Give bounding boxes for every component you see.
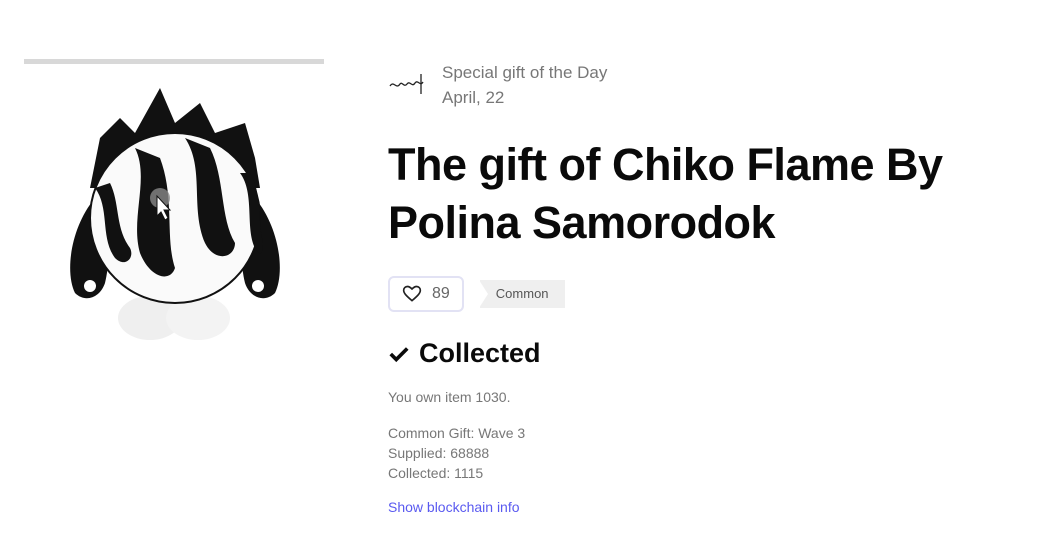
- gift-actions-row: 89 Common: [388, 276, 1028, 312]
- gift-3d-figure[interactable]: [40, 78, 310, 358]
- gift-wave: Common Gift: Wave 3: [388, 425, 526, 441]
- artist-signature-icon: [388, 64, 428, 104]
- rarity-badge: Common: [478, 280, 565, 308]
- gift-label: Special gift of the Day: [442, 63, 608, 82]
- collected-status-label: Collected: [419, 338, 541, 368]
- gift-title: The gift of Chiko Flame By Polina Samoro…: [388, 139, 943, 248]
- show-blockchain-info-link[interactable]: Show blockchain info: [388, 499, 520, 515]
- loading-progress-bar: [24, 59, 324, 64]
- like-button[interactable]: 89: [388, 276, 464, 312]
- owned-item-text: You own item 1030.: [388, 389, 511, 405]
- like-count: 89: [432, 285, 450, 302]
- gift-header: Special gift of the Day April, 22: [388, 60, 1028, 110]
- heart-icon: [402, 285, 422, 302]
- gift-details-panel: Special gift of the Day April, 22 The gi…: [388, 60, 1028, 517]
- checkmark-icon: [389, 346, 409, 362]
- chiko-flame-figure-image: [70, 88, 280, 340]
- gift-supplied: Supplied: 68888: [388, 445, 490, 461]
- gift-stats: Common Gift: Wave 3 Supplied: 68888 Coll…: [388, 423, 1028, 483]
- collected-status: Collected: [388, 338, 1028, 369]
- gift-collected-count: Collected: 1115: [388, 465, 484, 481]
- gift-date: April, 22: [442, 88, 505, 107]
